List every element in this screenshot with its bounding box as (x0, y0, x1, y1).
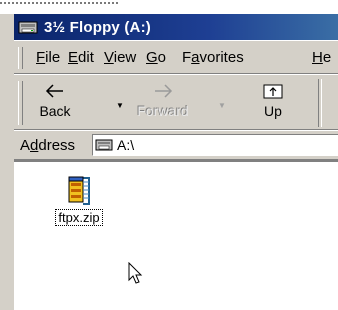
forward-dropdown-arrow[interactable]: ▼ (218, 101, 226, 110)
zip-file-icon (68, 176, 90, 205)
up-button[interactable]: Up (246, 81, 300, 125)
menu-favorites[interactable]: Favorites (182, 49, 244, 66)
back-label: Back (39, 103, 71, 119)
file-item[interactable]: ftpx.zip (48, 174, 110, 227)
menu-edit[interactable]: Edit (68, 49, 94, 66)
back-button[interactable]: Back (28, 81, 82, 125)
forward-label: Forward (137, 103, 189, 119)
forward-button[interactable]: Forward (136, 81, 190, 125)
toolbar-grip[interactable] (18, 81, 23, 125)
file-name: ftpx.zip (55, 209, 103, 226)
address-input[interactable]: A:\ (92, 134, 338, 156)
file-list-pane[interactable]: ftpx.zip (14, 160, 338, 310)
menu-grip[interactable] (18, 47, 23, 69)
up-label: Up (264, 103, 282, 119)
explorer-window: 3½ Floppy (A:) File Edit View Go Favorit… (0, 0, 338, 310)
address-label: Address (20, 137, 76, 154)
address-value: A:\ (117, 137, 135, 153)
back-dropdown-arrow[interactable]: ▼ (116, 101, 124, 110)
floppy-drive-icon (95, 139, 113, 151)
title-bar[interactable]: 3½ Floppy (A:) (14, 14, 338, 40)
window-title: 3½ Floppy (A:) (44, 18, 151, 36)
floppy-drive-icon (18, 21, 38, 34)
menu-view[interactable]: View (104, 49, 136, 66)
window-left-edge (0, 14, 14, 310)
menu-help[interactable]: He (312, 49, 331, 66)
address-bar: Address A:\ (14, 130, 338, 160)
menu-bar: File Edit View Go Favorites He (14, 40, 338, 74)
desktop-strip (0, 0, 338, 14)
menu-file[interactable]: File (36, 49, 60, 66)
standard-toolbar: Back ▼ Forward ▼ Up (14, 74, 338, 130)
mouse-pointer-icon (128, 262, 143, 284)
up-folder-icon (263, 84, 283, 99)
toolbar-separator (318, 79, 322, 127)
menu-go[interactable]: Go (146, 49, 166, 66)
back-arrow-icon (45, 84, 63, 98)
forward-arrow-icon (155, 84, 173, 98)
